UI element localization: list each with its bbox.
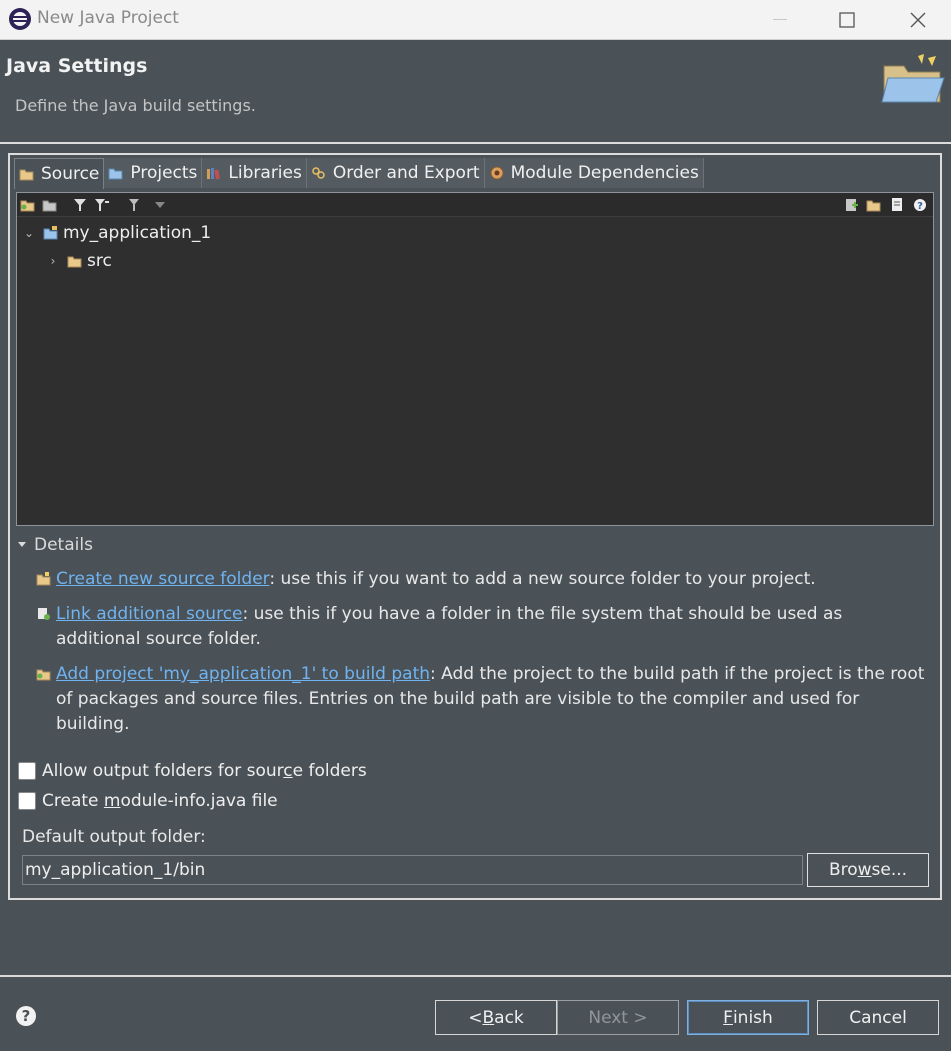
chevron-down-icon[interactable]: ⌄ <box>21 226 37 240</box>
checkbox-label: Create module-info.java file <box>42 791 278 811</box>
tab-label: Source <box>41 164 100 184</box>
folder-wizard-icon <box>881 54 945 103</box>
tab-order-and-export[interactable]: Order and Export <box>306 158 485 188</box>
window-title: New Java Project <box>37 8 179 28</box>
tree-toolbar: ? <box>17 193 933 217</box>
close-button[interactable] <box>888 0 948 40</box>
add-folder-icon[interactable] <box>19 196 37 214</box>
source-folder-icon <box>67 256 82 268</box>
detail-create-source: Create new source folder: use this if yo… <box>56 569 816 589</box>
minimize-icon <box>773 19 787 20</box>
help-icon[interactable]: ? <box>911 196 929 214</box>
folder-label: src <box>87 251 112 271</box>
chevron-right-icon[interactable]: › <box>45 254 61 268</box>
create-source-folder-link[interactable]: Create new source folder <box>56 569 269 589</box>
tab-label: Libraries <box>228 163 302 183</box>
link-additional-source-link[interactable]: Link additional source <box>56 604 243 624</box>
details-toggle[interactable]: Details <box>18 535 93 555</box>
output-folder-input[interactable]: my_application_1/bin <box>22 855 803 885</box>
tree-item-project[interactable]: ⌄ my_application_1 <box>21 221 211 245</box>
source-tree[interactable]: ? ⌄ my_application_1 › src <box>16 192 934 526</box>
dropdown-arrow-icon[interactable] <box>151 196 169 214</box>
help-button[interactable]: ? <box>16 1006 36 1026</box>
filter-options-icon[interactable] <box>93 196 111 214</box>
cancel-button[interactable]: Cancel <box>817 1000 939 1035</box>
new-source-icon[interactable] <box>843 196 861 214</box>
source-folder-icon <box>19 169 34 181</box>
tab-label: Module Dependencies <box>510 163 699 183</box>
configure-build-path-icon[interactable] <box>865 196 883 214</box>
library-icon <box>207 168 221 180</box>
question-icon: ? <box>21 1007 31 1025</box>
tab-source[interactable]: Source <box>14 158 105 189</box>
finish-button[interactable]: Finish <box>687 1000 809 1035</box>
page-title: Java Settings <box>6 55 148 77</box>
title-bar: New Java Project <box>0 0 951 40</box>
close-icon <box>910 12 926 28</box>
tab-projects[interactable]: Projects <box>104 158 203 188</box>
filter-icon[interactable] <box>71 196 89 214</box>
details-header: Details <box>34 535 93 555</box>
add-project-to-build-path-link[interactable]: Add project 'my_application_1' to build … <box>56 664 430 684</box>
checkbox-label: Allow output folders for source folders <box>42 761 367 781</box>
detail-link-source: Link additional source: use this if you … <box>56 604 843 649</box>
output-folder-label: Default output folder: <box>22 827 206 847</box>
project-label: my_application_1 <box>63 223 212 243</box>
banner-divider <box>0 142 951 144</box>
project-icon <box>108 168 123 180</box>
checkbox[interactable] <box>18 792 36 810</box>
create-module-info-checkbox[interactable]: Create module-info.java file <box>18 791 278 811</box>
tab-module-dependencies[interactable]: Module Dependencies <box>484 158 704 188</box>
page-description: Define the Java build settings. <box>15 96 256 115</box>
browse-button[interactable]: Bro w se... <box>807 853 929 887</box>
link-folder-icon <box>38 608 50 620</box>
triangle-down-icon <box>18 542 26 547</box>
tab-label: Projects <box>130 163 198 183</box>
allow-output-folders-checkbox[interactable]: Allow output folders for source folders <box>18 761 367 781</box>
tree-item-src[interactable]: › src <box>45 249 112 273</box>
maximize-icon <box>839 12 855 28</box>
eclipse-icon <box>9 8 31 30</box>
tab-label: Order and Export <box>332 163 480 183</box>
tab-bar: Source Projects Libraries Order and Expo… <box>14 158 704 189</box>
build-settings-panel: Source Projects Libraries Order and Expo… <box>8 153 942 900</box>
back-button[interactable]: < Back <box>435 1000 557 1035</box>
maximize-button[interactable] <box>817 0 877 40</box>
link-source-icon[interactable] <box>41 196 59 214</box>
footer-divider <box>0 975 951 977</box>
minimize-button[interactable] <box>750 0 810 40</box>
checkbox[interactable] <box>18 762 36 780</box>
wizard-banner: Java Settings Define the Java build sett… <box>0 40 951 140</box>
java-project-icon <box>43 226 58 240</box>
new-folder-icon <box>36 572 51 586</box>
remove-filter-icon[interactable] <box>125 196 143 214</box>
svg-text:?: ? <box>917 201 923 212</box>
module-icon <box>490 166 504 180</box>
detail-add-project: Add project 'my_application_1' to build … <box>56 664 925 734</box>
order-export-icon <box>312 167 325 179</box>
add-project-icon <box>36 669 51 681</box>
next-button[interactable]: Next > <box>557 1000 679 1035</box>
tab-libraries[interactable]: Libraries <box>202 158 307 188</box>
edit-icon[interactable] <box>889 196 907 214</box>
